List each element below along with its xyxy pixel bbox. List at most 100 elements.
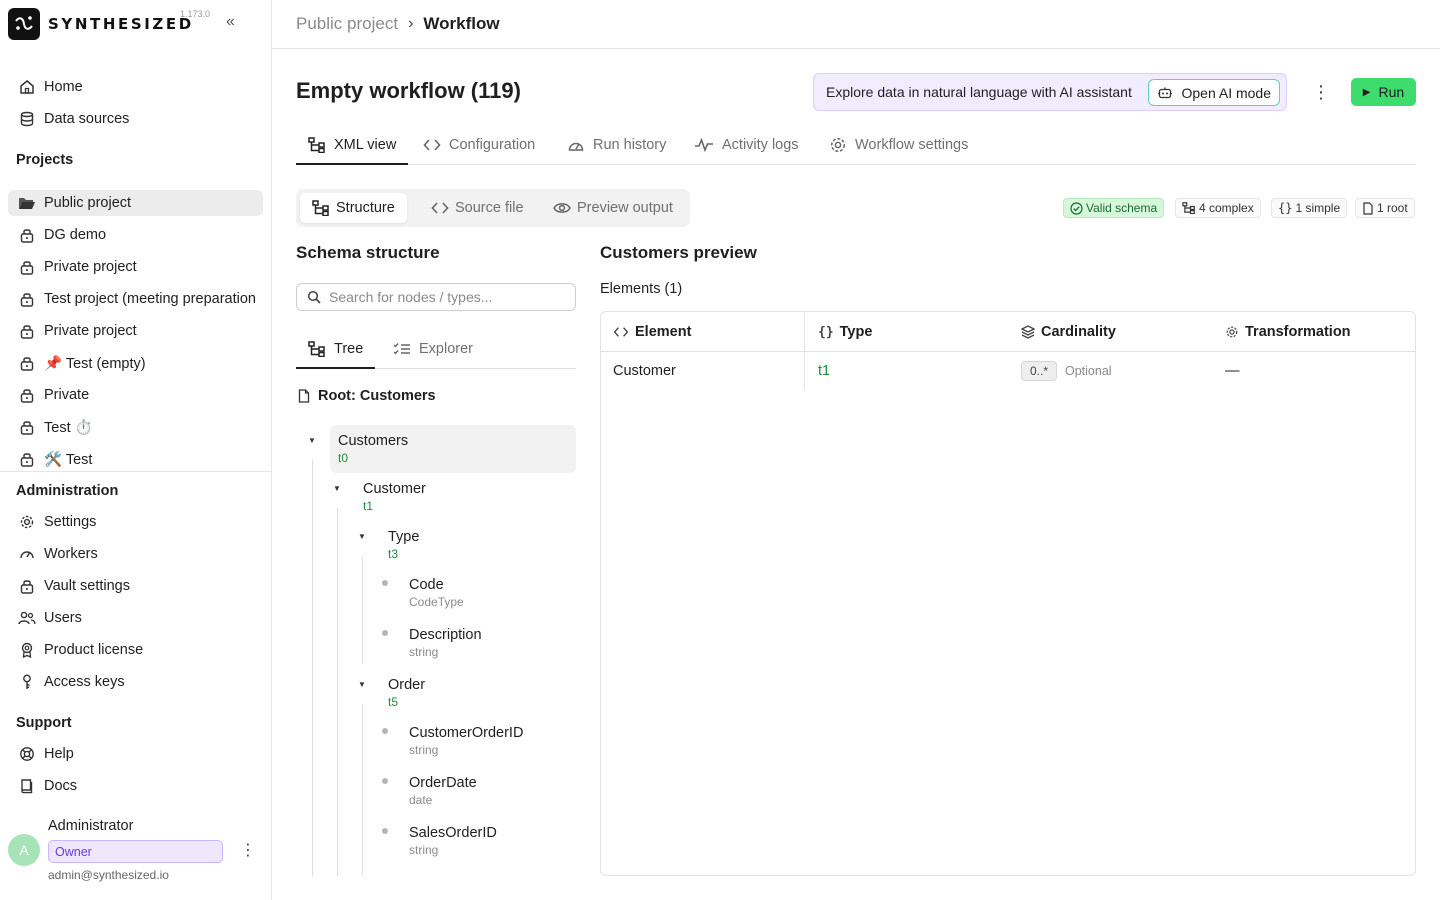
tree-node-code[interactable]: Code CodeType bbox=[409, 577, 464, 609]
sidebar-item-label: Workers bbox=[44, 546, 98, 562]
lock-icon bbox=[18, 354, 36, 372]
column-label: Transformation bbox=[1245, 324, 1351, 340]
folder-open-icon bbox=[18, 194, 36, 212]
more-options-icon[interactable]: ⋮ bbox=[1312, 82, 1330, 103]
tab-label: Workflow settings bbox=[855, 137, 969, 153]
open-ai-mode-button[interactable]: Open AI mode bbox=[1148, 79, 1280, 106]
workflow-tabs: XML view Configuration Run history Activ… bbox=[296, 126, 1416, 165]
key-icon bbox=[18, 673, 36, 691]
root-label: Root: Customers bbox=[298, 388, 436, 404]
hierarchy-icon bbox=[308, 340, 326, 357]
sidebar-divider bbox=[0, 471, 271, 472]
sidebar-item-label: Test project (meeting preparation bbox=[44, 291, 256, 307]
column-divider bbox=[804, 312, 805, 390]
braces-icon: {} bbox=[818, 324, 834, 340]
sidebar-item-settings[interactable]: Settings bbox=[8, 509, 263, 535]
lock-icon bbox=[18, 386, 36, 404]
sidebar-item-data-sources[interactable]: Data sources bbox=[8, 106, 263, 132]
check-circle-icon bbox=[1070, 201, 1083, 215]
tree-connector bbox=[337, 508, 338, 876]
sidebar-item-private-project[interactable]: Private project bbox=[8, 254, 263, 280]
sidebar-item-product-license[interactable]: Product license bbox=[8, 637, 263, 663]
tree-node-customer[interactable]: Customer t1 bbox=[363, 481, 426, 513]
tab-label: Run history bbox=[593, 137, 667, 153]
avatar[interactable]: A bbox=[8, 834, 40, 866]
view-preview-output[interactable]: Preview output bbox=[541, 193, 685, 223]
collapse-sidebar-icon[interactable]: « bbox=[226, 13, 235, 31]
node-name: SalesOrderID bbox=[409, 825, 497, 841]
sidebar-item-vault-settings[interactable]: Vault settings bbox=[8, 573, 263, 599]
sidebar-item-label: 📌 Test (empty) bbox=[44, 355, 146, 372]
sidebar-item-test-timer[interactable]: Test ⏱️ bbox=[8, 414, 263, 440]
node-name: Customer bbox=[363, 481, 426, 497]
column-cardinality: Cardinality bbox=[1021, 312, 1116, 352]
breadcrumb-parent[interactable]: Public project bbox=[296, 14, 398, 34]
braces-icon: {} bbox=[1278, 201, 1293, 215]
tree-connector bbox=[362, 704, 363, 876]
sidebar-item-label: 🛠️ Test bbox=[44, 451, 93, 468]
caret-down-icon[interactable]: ▼ bbox=[333, 484, 341, 493]
eye-icon bbox=[553, 201, 571, 215]
sidebar-item-workers[interactable]: Workers bbox=[8, 541, 263, 567]
tree-node-type[interactable]: Type t3 bbox=[388, 529, 419, 561]
column-type: {} Type bbox=[818, 312, 872, 352]
sidebar-item-test-empty[interactable]: 📌 Test (empty) bbox=[8, 350, 263, 376]
tab-explorer[interactable]: Explorer bbox=[393, 330, 473, 368]
lock-icon bbox=[18, 450, 36, 468]
gauge-icon bbox=[18, 545, 36, 563]
gear-icon bbox=[1225, 325, 1239, 339]
tree-node-customers[interactable]: Customers t0 bbox=[338, 433, 408, 465]
sidebar-item-private[interactable]: Private bbox=[8, 382, 263, 408]
tree-node-description[interactable]: Description string bbox=[409, 627, 482, 659]
sidebar-item-help[interactable]: Help bbox=[8, 741, 263, 767]
cell-transformation[interactable]: — bbox=[1225, 352, 1240, 390]
tab-configuration[interactable]: Configuration bbox=[423, 126, 535, 164]
caret-down-icon[interactable]: ▼ bbox=[358, 680, 366, 689]
tree-node-order-date[interactable]: OrderDate date bbox=[409, 775, 477, 807]
tab-workflow-settings[interactable]: Workflow settings bbox=[829, 126, 968, 164]
cell-type[interactable]: t1 bbox=[818, 352, 830, 390]
tree-node-sales-order-id[interactable]: SalesOrderID string bbox=[409, 825, 497, 857]
caret-down-icon[interactable]: ▼ bbox=[358, 532, 366, 541]
sidebar-item-dg-demo[interactable]: DG demo bbox=[8, 222, 263, 248]
complex-count-label: 4 complex bbox=[1199, 201, 1254, 215]
lock-icon bbox=[18, 290, 36, 308]
cell-element[interactable]: Customer bbox=[613, 352, 676, 390]
sidebar-item-test-tools[interactable]: 🛠️ Test bbox=[8, 446, 263, 472]
tab-run-history[interactable]: Run history bbox=[567, 126, 666, 164]
book-icon bbox=[18, 777, 36, 795]
node-name: OrderDate bbox=[409, 775, 477, 791]
sidebar-item-docs[interactable]: Docs bbox=[8, 773, 263, 799]
open-ai-mode-label: Open AI mode bbox=[1181, 84, 1271, 101]
tab-activity-logs[interactable]: Activity logs bbox=[694, 126, 799, 164]
node-name: CustomerOrderID bbox=[409, 725, 524, 741]
node-search-input[interactable]: Search for nodes / types... bbox=[296, 283, 576, 311]
sidebar-item-label: Private bbox=[44, 387, 90, 403]
view-structure[interactable]: Structure bbox=[300, 193, 407, 223]
optional-label: Optional bbox=[1065, 364, 1112, 378]
tab-label: Activity logs bbox=[722, 137, 799, 153]
user-menu-icon[interactable]: ⋮ bbox=[240, 840, 256, 860]
tab-xml-view[interactable]: XML view bbox=[296, 126, 409, 165]
sidebar-item-access-keys[interactable]: Access keys bbox=[8, 669, 263, 695]
run-button[interactable]: ▶ Run bbox=[1351, 78, 1416, 106]
tree-node-order[interactable]: Order t5 bbox=[388, 677, 425, 709]
page-title: Empty workflow (119) bbox=[296, 78, 521, 103]
lock-icon bbox=[18, 226, 36, 244]
sidebar-item-label: Private project bbox=[44, 259, 137, 275]
sidebar-item-home[interactable]: Home bbox=[8, 74, 263, 100]
logo-icon[interactable] bbox=[8, 8, 40, 40]
tree-node-customer-order-id[interactable]: CustomerOrderID string bbox=[409, 725, 523, 757]
ai-banner-text: Explore data in natural language with AI… bbox=[826, 84, 1132, 100]
view-source-file[interactable]: Source file bbox=[419, 193, 536, 223]
sidebar-item-public-project[interactable]: Public project bbox=[8, 190, 263, 216]
tab-label: Configuration bbox=[449, 137, 536, 153]
sidebar-item-users[interactable]: Users bbox=[8, 605, 263, 631]
sidebar-item-test-project-meeting[interactable]: Test project (meeting preparation bbox=[8, 286, 263, 312]
caret-down-icon[interactable]: ▼ bbox=[308, 436, 316, 445]
tab-tree[interactable]: Tree bbox=[296, 330, 376, 369]
sidebar-item-private-project-2[interactable]: Private project bbox=[8, 318, 263, 344]
file-icon bbox=[1362, 201, 1374, 215]
lock-icon bbox=[18, 322, 36, 340]
node-name: Type bbox=[388, 529, 420, 545]
